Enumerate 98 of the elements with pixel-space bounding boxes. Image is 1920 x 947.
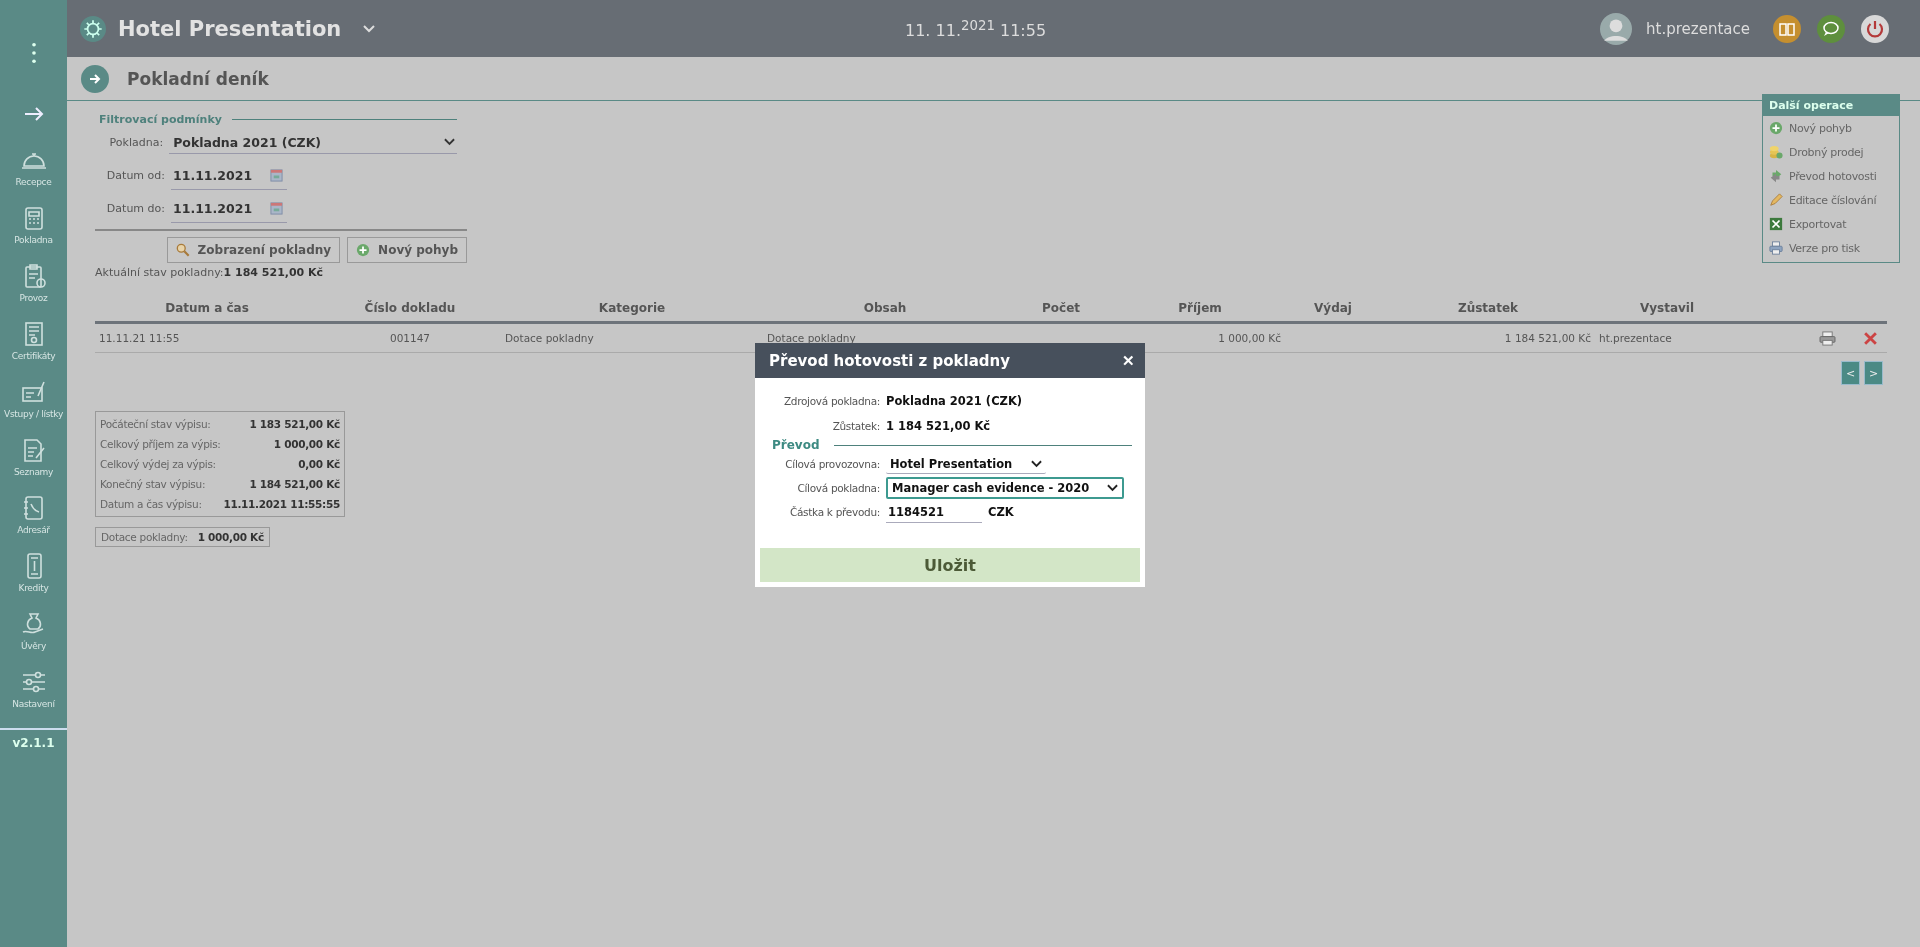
column-header: Výdaj	[1313, 301, 1353, 315]
sidebar-item[interactable]: Adresář	[0, 494, 67, 552]
arrow-right-icon[interactable]	[81, 64, 109, 93]
coins-icon	[1769, 145, 1783, 159]
table-cell: 1 000,00 Kč	[1218, 332, 1281, 344]
summary-value: 1 183 521,00 Kč	[249, 418, 340, 430]
field-label: Cílová provozovna:	[784, 458, 881, 470]
sidebar-item[interactable]: Úvěry	[0, 610, 67, 668]
summary-label: Celkový výdej za výpis:	[100, 458, 216, 470]
select-field[interactable]: Pokladna 2021 (CZK)	[169, 131, 457, 154]
section-title: Převod	[772, 438, 820, 452]
dialog-title: Převod hotovosti z pokladny	[769, 351, 1011, 370]
currency-label: CZK	[988, 505, 1014, 519]
field-label: Zdrojová pokladna:	[782, 394, 881, 407]
chevron-down-icon[interactable]	[363, 24, 376, 33]
summary-label: Počáteční stav výpisu:	[100, 418, 211, 430]
table-cell: 11.11.21 11:55	[99, 332, 180, 344]
section-title: Filtrovací podmínky	[99, 113, 222, 126]
date-field[interactable]: 11.11.2021	[171, 161, 287, 190]
summary-label: Datum a čas výpisu:	[100, 498, 202, 510]
select-field[interactable]: Manager cash evidence - 2020	[886, 477, 1124, 499]
filter-button[interactable]: Nový pohyb	[347, 237, 467, 263]
field-label: Cílová pokladna:	[796, 482, 881, 494]
field-label: Datum do:	[105, 202, 166, 215]
column-header: Počet	[1041, 301, 1081, 315]
sidebar-item[interactable]: Nastavení	[0, 668, 67, 726]
sidebar-item[interactable]: Seznamy	[0, 436, 67, 494]
operation-link[interactable]: Převod hotovosti	[1763, 164, 1899, 188]
table-cell: 1 184 521,00 Kč	[1504, 332, 1591, 344]
field-label: Datum od:	[105, 169, 166, 182]
operation-link[interactable]: Exportovat	[1763, 212, 1899, 236]
spreadsheet-icon	[1769, 217, 1783, 231]
sidebar-item[interactable]: Pokladna	[0, 204, 67, 262]
select-field[interactable]: Hotel Presentation	[886, 454, 1046, 474]
printer-icon[interactable]	[1819, 330, 1836, 346]
column-header: Příjem	[1177, 301, 1223, 315]
current-balance: Aktuální stav pokladny:1 184 521,00 Kč	[95, 266, 325, 279]
pager-button[interactable]: >	[1864, 361, 1883, 385]
date-field[interactable]: 11.11.2021	[171, 194, 287, 223]
field-value: 1 184 521,00 Kč	[886, 418, 991, 433]
table-cell: Dotace pokladny	[505, 332, 594, 344]
plus-icon	[356, 243, 371, 257]
field-label: Pokladna:	[108, 136, 165, 149]
pager-button[interactable]: <	[1841, 361, 1860, 385]
field-label: Zůstatek:	[831, 419, 881, 432]
summary-value: 1 184 521,00 Kč	[249, 478, 340, 490]
page-title: Pokladní deník	[127, 68, 269, 89]
column-header: Obsah	[862, 301, 908, 315]
summary-label: Konečný stav výpisu:	[100, 478, 206, 490]
sidebar-item[interactable]: Recepce	[0, 146, 67, 204]
username[interactable]: ht.prezentace	[1646, 19, 1750, 38]
column-header: Datum a čas	[164, 301, 250, 315]
search-icon	[175, 243, 190, 257]
field-label: Částka k převodu:	[788, 506, 881, 518]
book-icon[interactable]	[1772, 13, 1802, 44]
gear-logo-icon	[80, 15, 106, 42]
pencil-icon	[1769, 193, 1783, 207]
summary-value: 0,00 Kč	[298, 458, 340, 470]
plus-icon	[1769, 121, 1783, 135]
chevron-down-icon	[444, 138, 455, 146]
operation-link[interactable]: Drobný prodej	[1763, 140, 1899, 164]
sidebar-item[interactable]: Provoz	[0, 262, 67, 320]
arrow-right-icon[interactable]	[23, 106, 44, 122]
summary-value: 11.11.2021 11:55:55	[223, 498, 340, 510]
save-button[interactable]: Uložit	[760, 548, 1140, 582]
chevron-down-icon	[1107, 484, 1118, 492]
power-icon[interactable]	[1860, 13, 1890, 44]
table-cell: ht.prezentace	[1599, 332, 1672, 344]
operation-link[interactable]: Editace číslování	[1763, 188, 1899, 212]
menu-icon[interactable]	[30, 42, 37, 64]
table-cell: Dotace pokladny	[767, 332, 856, 344]
summary-value: 1 000,00 Kč	[197, 531, 264, 543]
operation-link[interactable]: Nový pohyb	[1763, 116, 1899, 140]
table-cell: 001147	[389, 332, 431, 344]
column-header: Číslo dokladu	[363, 301, 457, 315]
printer-icon	[1769, 241, 1783, 255]
summary-label: Dotace pokladny:	[101, 531, 188, 543]
app-title: Hotel Presentation	[118, 16, 342, 41]
operation-link[interactable]: Verze pro tisk	[1763, 236, 1899, 260]
version-label: v2.1.1	[0, 728, 67, 750]
sidebar-item[interactable]: Kredity	[0, 552, 67, 610]
sidebar-item[interactable]: Vstupy / lístky	[0, 378, 67, 436]
column-header: Kategorie	[597, 301, 667, 315]
chevron-down-icon	[1031, 459, 1042, 468]
column-header: Zůstatek	[1456, 301, 1520, 315]
filter-button[interactable]: Zobrazení pokladny	[166, 237, 341, 263]
sidebar-item[interactable]: Certifikáty	[0, 320, 67, 378]
field-value: Pokladna 2021 (CZK)	[886, 393, 1023, 408]
panel-title: Další operace	[1763, 95, 1899, 116]
chat-icon[interactable]	[1816, 13, 1846, 44]
arrows-icon	[1769, 169, 1783, 183]
delete-icon[interactable]	[1862, 330, 1879, 346]
summary-label: Celkový příjem za výpis:	[100, 438, 221, 450]
date-time: 11. 11.$^{2021}$ 11:55	[905, 18, 1047, 41]
summary-value: 1 000,00 Kč	[273, 438, 340, 450]
close-button[interactable]: ✕	[1122, 351, 1135, 370]
column-header: Vystavil	[1638, 301, 1696, 315]
avatar-icon	[1600, 12, 1633, 45]
